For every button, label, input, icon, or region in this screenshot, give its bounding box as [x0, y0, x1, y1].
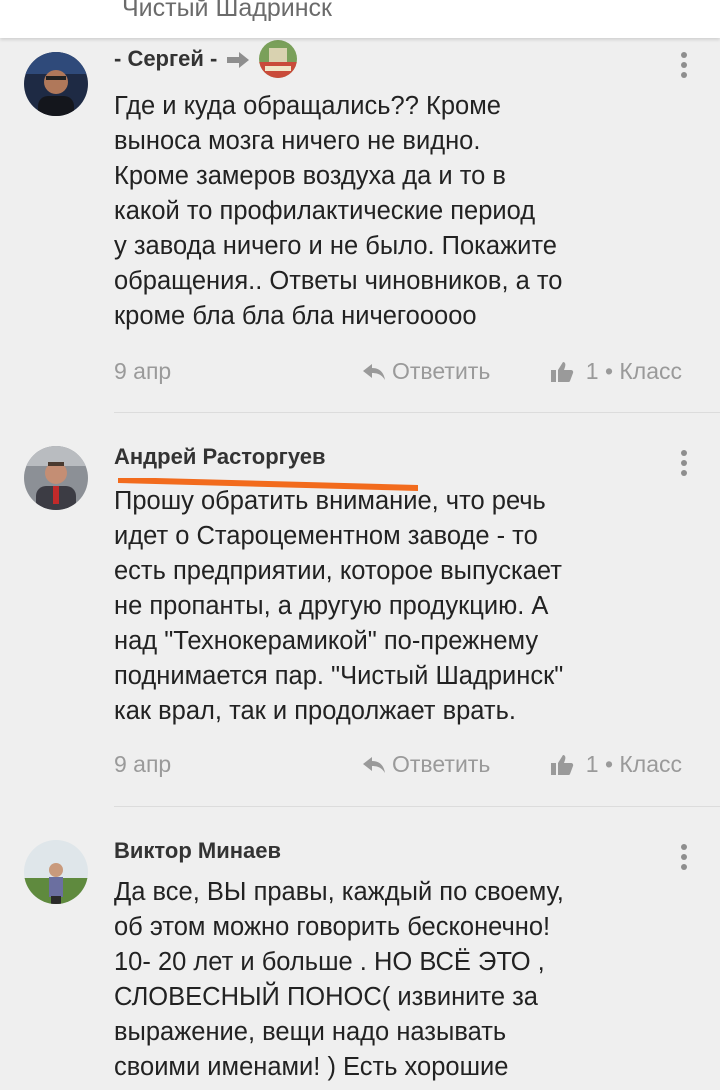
like-count: 1 • Класс — [585, 358, 682, 384]
author-row: - Сергей - — [114, 40, 298, 78]
reply-label: Ответить — [392, 751, 491, 777]
author-name[interactable]: - Сергей - — [114, 46, 217, 72]
kebab-menu-icon[interactable] — [678, 448, 690, 478]
top-bar: Чистый Шадринск — [0, 0, 720, 38]
reply-arrow-icon — [363, 363, 385, 380]
avatar-andrey[interactable] — [24, 446, 88, 510]
comment-date: 9 апр — [114, 751, 172, 777]
reply-arrow-icon — [363, 756, 385, 773]
avatar-sergey[interactable] — [24, 52, 88, 116]
kebab-menu-icon[interactable] — [678, 842, 690, 872]
comment-footer: 9 апр Ответить 1 • Класс — [114, 358, 682, 390]
comment-text: Где и куда обращались?? Кроме выноса моз… — [114, 92, 563, 330]
group-avatar[interactable] — [259, 40, 298, 78]
group-title[interactable]: Чистый Шадринск — [122, 0, 332, 23]
thumbs-up-icon — [550, 361, 573, 382]
avatar-viktor[interactable] — [24, 840, 88, 904]
like-count: 1 • Класс — [585, 751, 682, 777]
kebab-menu-icon[interactable] — [678, 50, 690, 80]
comment-date: 9 апр — [114, 358, 172, 384]
thumbs-up-icon — [550, 754, 573, 775]
comment-text: Да все, ВЫ правы, каждый по своему, об э… — [114, 878, 564, 1081]
author-name[interactable]: Виктор Минаев — [114, 838, 281, 864]
divider — [114, 806, 720, 807]
like-button[interactable]: 1 • Класс — [550, 358, 682, 385]
divider — [114, 412, 720, 413]
like-button[interactable]: 1 • Класс — [550, 751, 682, 778]
orange-underline-annotation — [118, 478, 418, 491]
reply-label: Ответить — [392, 358, 491, 384]
reply-button[interactable]: Ответить — [362, 358, 490, 385]
comment-footer: 9 апр Ответить 1 • Класс — [114, 751, 682, 783]
author-name[interactable]: Андрей Расторгуев — [114, 444, 326, 470]
share-arrow-icon — [227, 52, 250, 68]
comment-text: Прошу обратить внимание, что речь идет о… — [114, 487, 564, 725]
reply-button[interactable]: Ответить — [362, 751, 490, 778]
